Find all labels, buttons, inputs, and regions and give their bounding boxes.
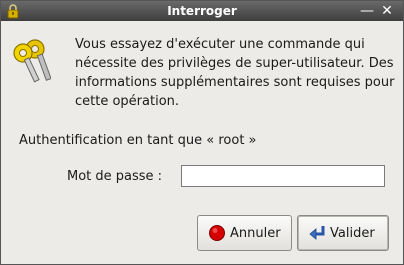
title-bar[interactable]: Interroger — ✕: [1, 1, 403, 21]
cancel-button[interactable]: Annuler: [197, 215, 292, 251]
password-label: Mot de passe :: [67, 169, 163, 184]
auth-user-label: Authentification en tant que « root »: [19, 133, 257, 148]
ok-button-label: Valider: [330, 225, 375, 241]
minimize-button[interactable]: —: [359, 3, 375, 19]
ok-button[interactable]: Valider: [297, 215, 389, 251]
dialog-message: Vous essayez d'exécuter une commande qui…: [75, 37, 395, 109]
enter-arrow-icon: [309, 226, 325, 240]
password-input[interactable]: [181, 165, 385, 187]
cancel-button-label: Annuler: [230, 225, 281, 241]
auth-dialog: Interroger — ✕ Vous essayez d'exécuter u…: [0, 0, 404, 265]
stop-icon: [209, 225, 225, 241]
close-button[interactable]: ✕: [379, 3, 395, 19]
window-title: Interroger: [167, 4, 237, 18]
keys-icon: [13, 39, 51, 83]
